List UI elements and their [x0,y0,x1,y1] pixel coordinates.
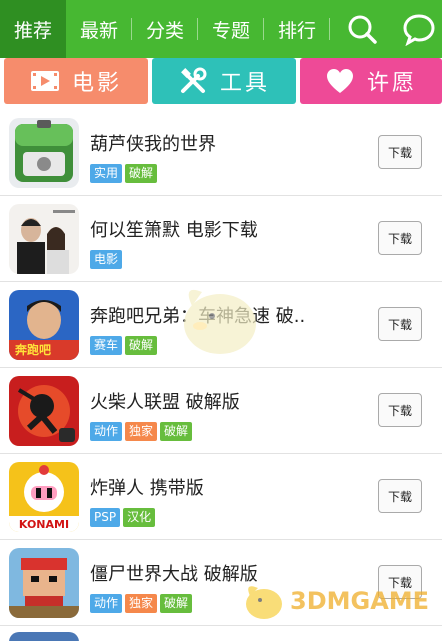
app-thumbnail [9,376,79,446]
download-button[interactable]: 下载 [378,135,422,169]
tag-group: 动作 独家 破解 [90,422,193,441]
app-thumbnail: 奔跑吧 [9,290,79,360]
movie-label: 电影 [71,71,122,96]
top-nav: 推荐 最新 分类 专题 排行 [0,0,442,58]
watermark-logo-icon [246,586,282,619]
download-button[interactable]: 下载 [378,479,422,513]
app-title: 火柴人联盟 破解版 [90,392,240,413]
list-item[interactable]: KONAMI 炸弹人 携带版 PSP 汉化 下载 [0,454,442,540]
app-thumbnail [9,204,79,274]
tag-group: 动作 独家 破解 [90,594,193,613]
tag: 独家 [125,422,158,441]
app-thumbnail [9,548,79,618]
list-item[interactable]: 火柴人联盟 破解版 动作 独家 破解 下载 [0,368,442,454]
tag: 电影 [90,250,123,269]
svg-text:奔跑吧: 奔跑吧 [14,342,51,357]
search-icon[interactable] [345,12,379,46]
tool-button[interactable]: 工具 [152,58,296,104]
app-title: 炸弹人 携带版 [90,478,204,499]
watermark: 3DMGAME [240,578,429,624]
tab-latest[interactable]: 最新 [66,0,132,58]
tag: 实用 [90,164,123,183]
movie-button[interactable]: 电影 [4,58,148,104]
heart-icon [325,66,355,96]
app-title: 僵尸世界大战 破解版 [90,564,258,585]
list-item[interactable]: 葫芦侠我的世界 实用 破解 下载 [0,110,442,196]
tag-group: 赛车 破解 [90,336,158,355]
tag: 独家 [125,594,158,613]
tab-category[interactable]: 分类 [132,0,198,58]
download-button[interactable]: 下载 [378,307,422,341]
tag: 破解 [160,422,193,441]
app-thumbnail-partial [9,632,79,641]
category-bar: 电影 工具 许愿 [0,58,442,110]
app-title: 何以笙箫默 电影下载 [90,220,258,241]
konami-logo-text: KONAMI [19,518,69,531]
tab-ranking[interactable]: 排行 [264,0,330,58]
app-thumbnail: KONAMI [9,462,79,532]
tag: PSP [90,508,121,527]
tag: 破解 [125,336,158,355]
tag: 赛车 [90,336,123,355]
tab-topic[interactable]: 专题 [198,0,264,58]
wish-label: 许愿 [366,71,417,96]
tool-label: 工具 [219,71,270,96]
tag: 汉化 [123,508,156,527]
list-item[interactable]: 何以笙箫默 电影下载 电影 下载 [0,196,442,282]
download-button[interactable]: 下载 [378,221,422,255]
tag: 动作 [90,594,123,613]
film-icon [30,66,60,96]
tag-group: 实用 破解 [90,164,158,183]
tag-group: PSP 汉化 [90,508,156,527]
app-list: 葫芦侠我的世界 实用 破解 下载 何以笙箫默 电影下载 电影 下载 奔跑吧 奔跑… [0,110,442,626]
chat-icon[interactable] [402,12,436,47]
wish-button[interactable]: 许愿 [300,58,442,104]
app-title: 葫芦侠我的世界 [90,134,216,155]
tag: 破解 [125,164,158,183]
watermark-text: 3DMGAME [290,587,430,615]
tag-group: 电影 [90,250,123,269]
tools-icon [178,66,208,96]
mascot-watermark-icon [172,276,264,362]
app-thumbnail [9,118,79,188]
tag: 动作 [90,422,123,441]
download-button[interactable]: 下载 [378,393,422,427]
tab-recommend[interactable]: 推荐 [0,0,66,58]
tag: 破解 [160,594,193,613]
